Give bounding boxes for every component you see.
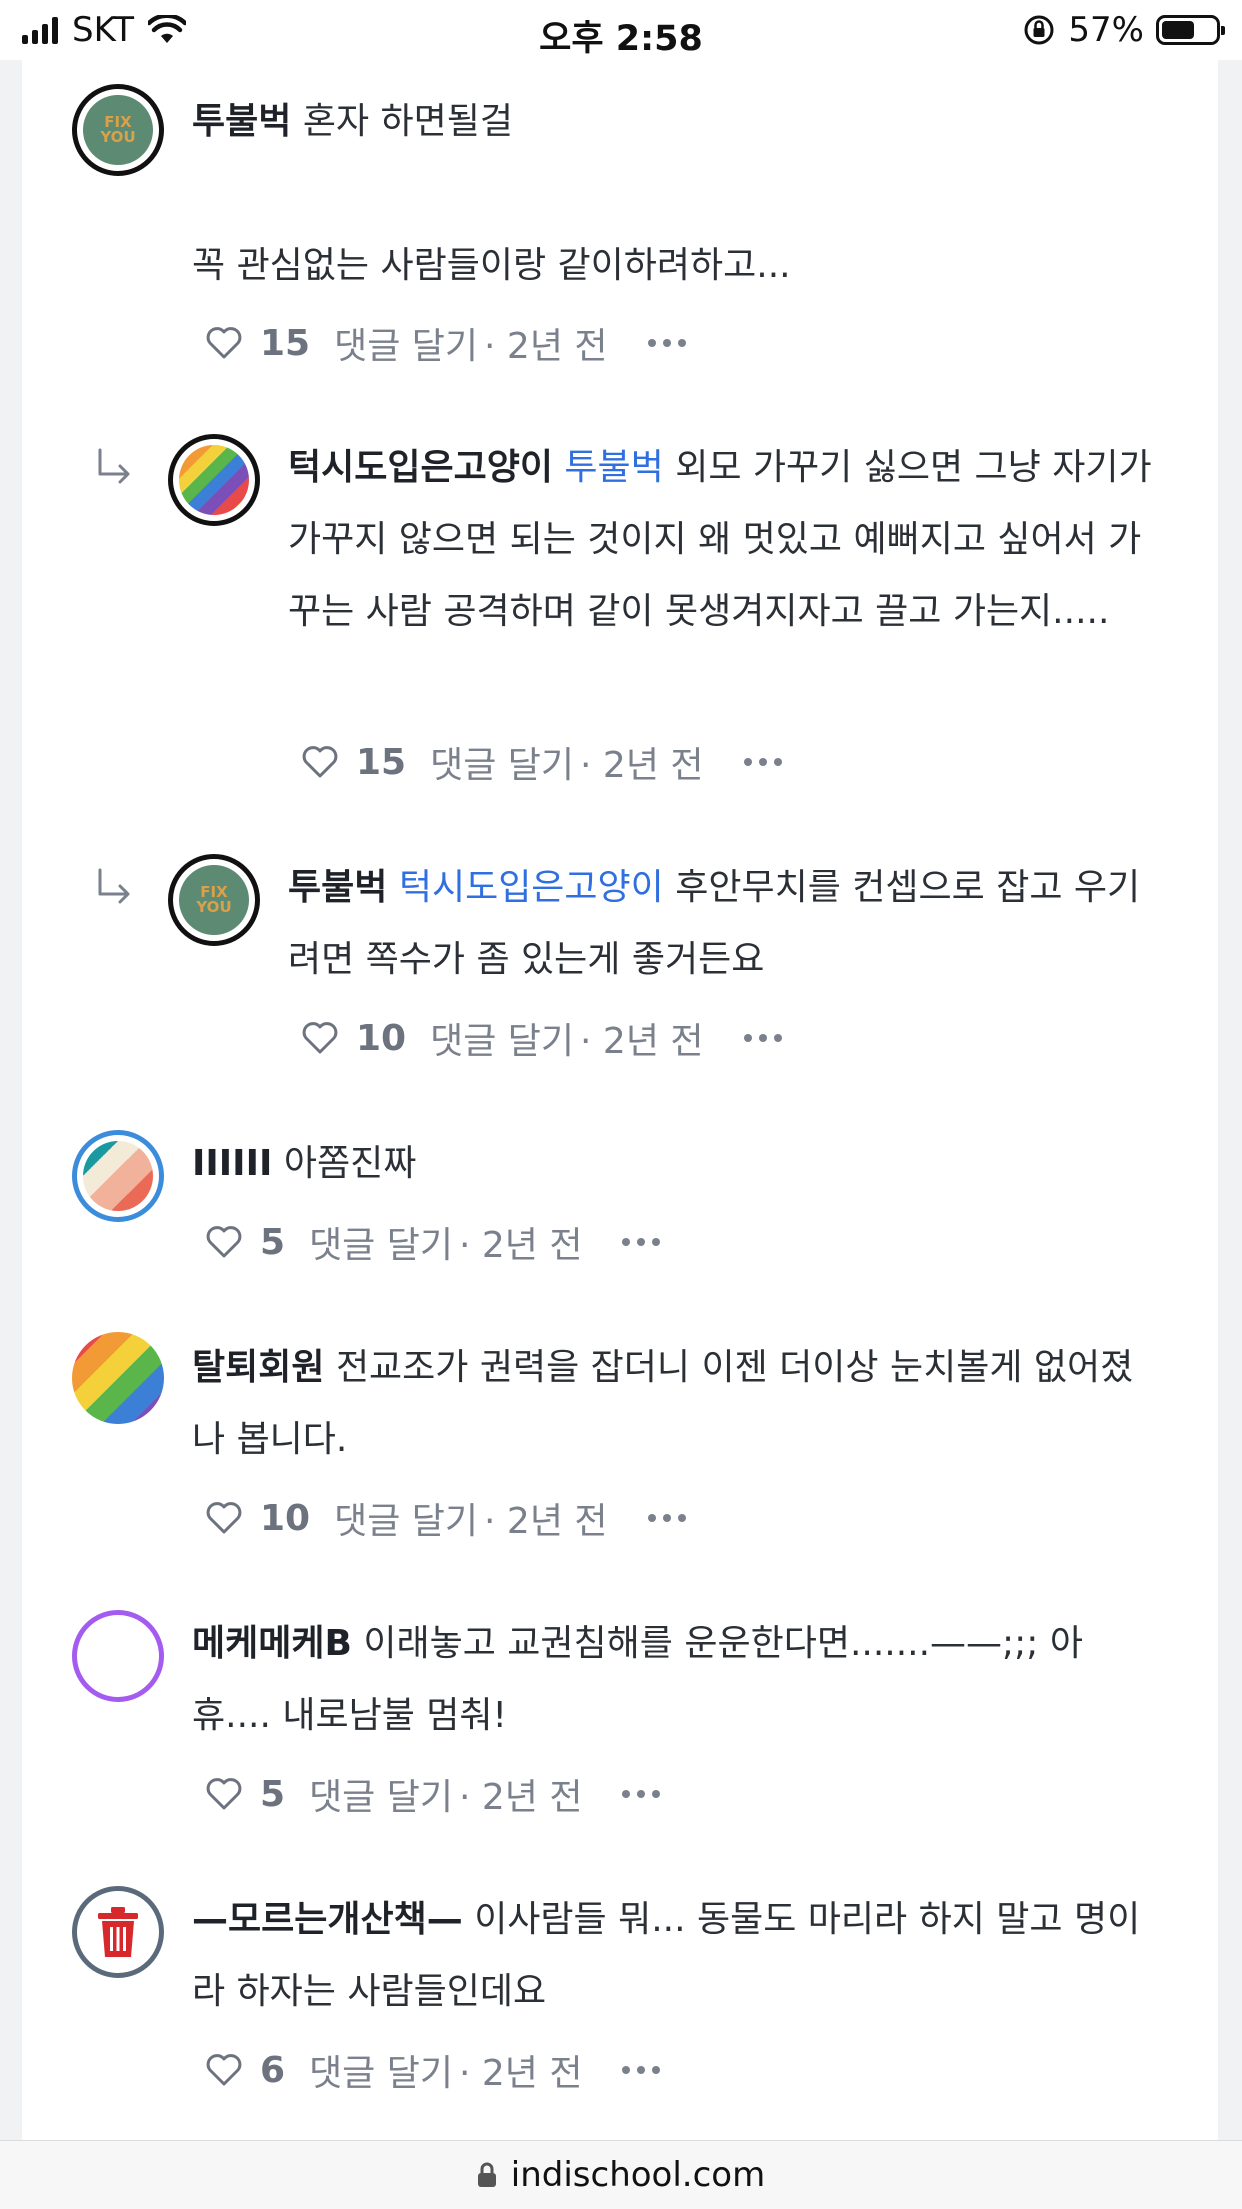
mention-link[interactable]: 턱시도입은고양이 bbox=[399, 867, 664, 908]
like-count: 15 bbox=[356, 741, 407, 783]
comment-time: · 2년 전 bbox=[484, 326, 608, 367]
url-bar[interactable]: indischool.com bbox=[0, 2140, 1242, 2209]
reply-arrow-icon bbox=[98, 448, 130, 484]
comments-card bbox=[22, 60, 1218, 2140]
url-text[interactable]: indischool.com bbox=[511, 2155, 765, 2195]
heart-icon[interactable] bbox=[204, 1498, 244, 1538]
reply-button[interactable]: 댓글 달기 bbox=[309, 2044, 453, 2096]
more-options-icon[interactable] bbox=[622, 1238, 661, 1246]
comment-text: 메케메케B 이래놓고 교권침해를 운운한다면.......——;;; 아휴...… bbox=[192, 1608, 1152, 1752]
reply-button[interactable]: 댓글 달기 bbox=[430, 736, 574, 788]
heart-icon[interactable] bbox=[204, 323, 244, 363]
comment-time: · 2년 전 bbox=[459, 2053, 583, 2094]
reply-button[interactable]: 댓글 달기 bbox=[334, 317, 478, 369]
comment-time: · 2년 전 bbox=[459, 1777, 583, 1818]
trash-avatar[interactable] bbox=[72, 1886, 164, 1978]
comment-time: · 2년 전 bbox=[580, 745, 704, 786]
comment-meta: 6 댓글 달기 · 2년 전 bbox=[204, 2044, 661, 2096]
comment-meta: 15 댓글 달기 · 2년 전 bbox=[204, 318, 686, 368]
like-count: 6 bbox=[260, 2049, 286, 2091]
mention-link[interactable]: 투불벅 bbox=[564, 447, 663, 488]
like-count: 10 bbox=[260, 1497, 311, 1539]
heart-icon[interactable] bbox=[204, 2050, 244, 2090]
like-count: 5 bbox=[260, 1221, 286, 1263]
more-options-icon[interactable] bbox=[647, 1514, 686, 1522]
reply-arrow-icon bbox=[98, 868, 130, 904]
status-right: 57% bbox=[1022, 10, 1225, 50]
reply-button[interactable]: 댓글 달기 bbox=[334, 1492, 478, 1544]
comment-author[interactable]: 탈퇴회원 bbox=[192, 1347, 324, 1388]
comment-text: 턱시도입은고양이 투불벅 외모 가꾸기 싫으면 그냥 자기가 가꾸지 않으면 되… bbox=[288, 432, 1168, 648]
more-options-icon[interactable] bbox=[743, 1034, 782, 1042]
comment-body: 전교조가 권력을 잡더니 이젠 더이상 눈치볼게 없어졌나 봅니다. bbox=[192, 1347, 1134, 1460]
comment-text: 투불벅 턱시도입은고양이 후안무치를 컨셉으로 잡고 우기려면 쪽수가 좀 있는… bbox=[288, 852, 1168, 996]
reply-button[interactable]: 댓글 달기 bbox=[309, 1216, 453, 1268]
fix-you-avatar[interactable]: FIX YOU bbox=[168, 854, 260, 946]
heart-icon[interactable] bbox=[204, 1774, 244, 1814]
battery-icon bbox=[1156, 15, 1225, 45]
comment-author[interactable]: 메케메케B bbox=[192, 1623, 352, 1664]
comment-meta: 10 댓글 달기 · 2년 전 bbox=[300, 1013, 782, 1063]
striped-avatar[interactable] bbox=[72, 1130, 164, 1222]
comment-author[interactable]: 투불벅 bbox=[192, 101, 291, 142]
reply-button[interactable]: 댓글 달기 bbox=[430, 1012, 574, 1064]
comment-time: · 2년 전 bbox=[484, 1501, 608, 1542]
comment-time: · 2년 전 bbox=[459, 1225, 583, 1266]
status-bar: SKT 오후 2:58 57% bbox=[0, 0, 1242, 60]
comment-text: 투불벅 혼자 하면될걸 꼭 관심없는 사람들이랑 같이하려하고... bbox=[192, 86, 1152, 302]
comment-author[interactable]: 투불벅 bbox=[288, 867, 387, 908]
comment-meta: 5 댓글 달기 · 2년 전 bbox=[204, 1768, 661, 1820]
lock-icon bbox=[477, 2162, 496, 2187]
fix-you-avatar[interactable]: FIX YOU bbox=[72, 84, 164, 176]
reply-button[interactable]: 댓글 달기 bbox=[309, 1768, 453, 1820]
heart-icon[interactable] bbox=[204, 1222, 244, 1262]
comment-body: 아쫌진짜 bbox=[283, 1143, 417, 1184]
heart-icon[interactable] bbox=[300, 1018, 340, 1058]
heart-icon[interactable] bbox=[300, 742, 340, 782]
comment-text: 탈퇴회원 전교조가 권력을 잡더니 이젠 더이상 눈치볼게 없어졌나 봅니다. bbox=[192, 1332, 1152, 1476]
like-count: 15 bbox=[260, 322, 311, 364]
like-count: 10 bbox=[356, 1017, 407, 1059]
more-options-icon[interactable] bbox=[622, 1790, 661, 1798]
comment-meta: 5 댓글 달기 · 2년 전 bbox=[204, 1216, 661, 1268]
comment-author[interactable]: —모르는개산책— bbox=[192, 1899, 463, 1940]
more-options-icon[interactable] bbox=[622, 2066, 661, 2074]
more-options-icon[interactable] bbox=[647, 339, 686, 347]
trash-icon bbox=[98, 1907, 138, 1957]
comment-author[interactable]: 턱시도입은고양이 bbox=[288, 447, 553, 488]
comment-author[interactable]: IIIIII bbox=[192, 1143, 272, 1184]
battery-percent: 57% bbox=[1068, 10, 1144, 50]
purple-ring-avatar[interactable] bbox=[72, 1610, 164, 1702]
comment-time: · 2년 전 bbox=[580, 1021, 704, 1062]
comment-meta: 15 댓글 달기 · 2년 전 bbox=[300, 737, 782, 787]
comment-text: —모르는개산책— 이사람들 뭐... 동물도 마리라 하지 말고 명이라 하자는… bbox=[192, 1884, 1152, 2028]
rainbow-avatar[interactable] bbox=[72, 1332, 164, 1424]
comment-text: IIIIII 아쫌진짜 bbox=[192, 1128, 1152, 1200]
orientation-lock-icon bbox=[1024, 15, 1054, 45]
like-count: 5 bbox=[260, 1773, 286, 1815]
comment-meta: 10 댓글 달기 · 2년 전 bbox=[204, 1493, 686, 1543]
more-options-icon[interactable] bbox=[743, 758, 782, 766]
rainbow-avatar[interactable] bbox=[168, 434, 260, 526]
